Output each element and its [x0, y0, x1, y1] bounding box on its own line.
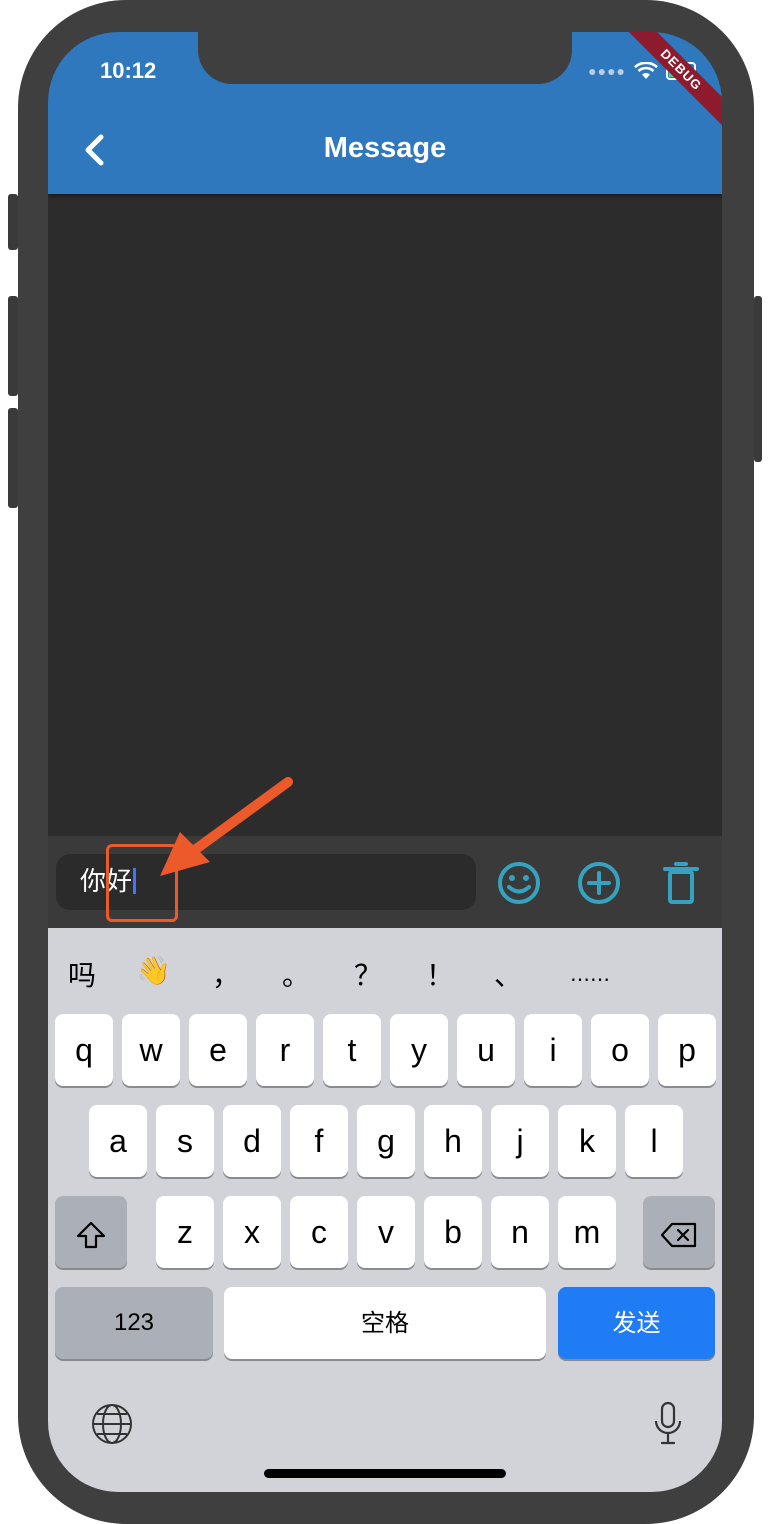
send-key[interactable]: 发送: [558, 1287, 715, 1359]
key-r[interactable]: r: [256, 1014, 314, 1086]
emoji-icon[interactable]: [494, 858, 544, 908]
key-x[interactable]: x: [223, 1196, 281, 1268]
numbers-key[interactable]: 123: [55, 1287, 213, 1359]
globe-icon[interactable]: [90, 1402, 134, 1446]
candidate-ellipsis[interactable]: ……: [570, 962, 610, 986]
key-p[interactable]: p: [658, 1014, 716, 1086]
silent-switch: [8, 194, 18, 250]
candidate-emoji[interactable]: 👋: [136, 954, 171, 987]
backspace-key[interactable]: [643, 1196, 715, 1268]
shift-key[interactable]: [55, 1196, 127, 1268]
volume-down-button: [8, 408, 18, 508]
key-h[interactable]: h: [424, 1105, 482, 1177]
key-e[interactable]: e: [189, 1014, 247, 1086]
space-key[interactable]: 空格: [224, 1287, 546, 1359]
key-y[interactable]: y: [390, 1014, 448, 1086]
shift-icon: [76, 1221, 106, 1248]
key-s[interactable]: s: [156, 1105, 214, 1177]
keyboard: 吗 👋 ， 。 ？ ！ 、 …… q w e r t y u i o p a s…: [48, 928, 722, 1492]
key-m[interactable]: m: [558, 1196, 616, 1268]
candidate-comma[interactable]: ，: [212, 954, 240, 994]
key-k[interactable]: k: [558, 1105, 616, 1177]
key-i[interactable]: i: [524, 1014, 582, 1086]
key-z[interactable]: z: [156, 1196, 214, 1268]
key-t[interactable]: t: [323, 1014, 381, 1086]
backspace-icon: [660, 1222, 697, 1247]
trash-icon[interactable]: [656, 858, 706, 908]
message-list: [48, 194, 722, 836]
home-indicator[interactable]: [264, 1469, 506, 1478]
key-f[interactable]: f: [290, 1105, 348, 1177]
key-q[interactable]: q: [55, 1014, 113, 1086]
key-u[interactable]: u: [457, 1014, 515, 1086]
candidate-exclamation[interactable]: ！: [426, 954, 454, 994]
key-w[interactable]: w: [122, 1014, 180, 1086]
microphone-icon[interactable]: [652, 1400, 684, 1448]
candidate-question[interactable]: ？: [354, 954, 382, 994]
screen: 10:12 ●●●● DEBUG Message 你好 吗 👋 ， 。 ？ ！ …: [48, 32, 722, 1492]
notch: [198, 32, 572, 84]
volume-up-button: [8, 296, 18, 396]
page-title: Message: [323, 132, 447, 164]
key-n[interactable]: n: [491, 1196, 549, 1268]
key-v[interactable]: v: [357, 1196, 415, 1268]
candidate-enum-comma[interactable]: 、: [494, 954, 522, 994]
add-circle-icon[interactable]: [574, 858, 624, 908]
key-j[interactable]: j: [491, 1105, 549, 1177]
candidate-period[interactable]: 。: [282, 954, 310, 994]
signal-icon: ●●●●: [588, 63, 626, 79]
key-b[interactable]: b: [424, 1196, 482, 1268]
wifi-icon: [634, 62, 658, 79]
annotation-arrow-icon: [160, 777, 293, 876]
status-time: 10:12: [100, 58, 157, 83]
key-d[interactable]: d: [223, 1105, 281, 1177]
candidate-word[interactable]: 吗: [68, 954, 96, 994]
power-button: [754, 296, 762, 462]
key-c[interactable]: c: [290, 1196, 348, 1268]
key-o[interactable]: o: [591, 1014, 649, 1086]
key-g[interactable]: g: [357, 1105, 415, 1177]
key-l[interactable]: l: [625, 1105, 683, 1177]
key-a[interactable]: a: [89, 1105, 147, 1177]
